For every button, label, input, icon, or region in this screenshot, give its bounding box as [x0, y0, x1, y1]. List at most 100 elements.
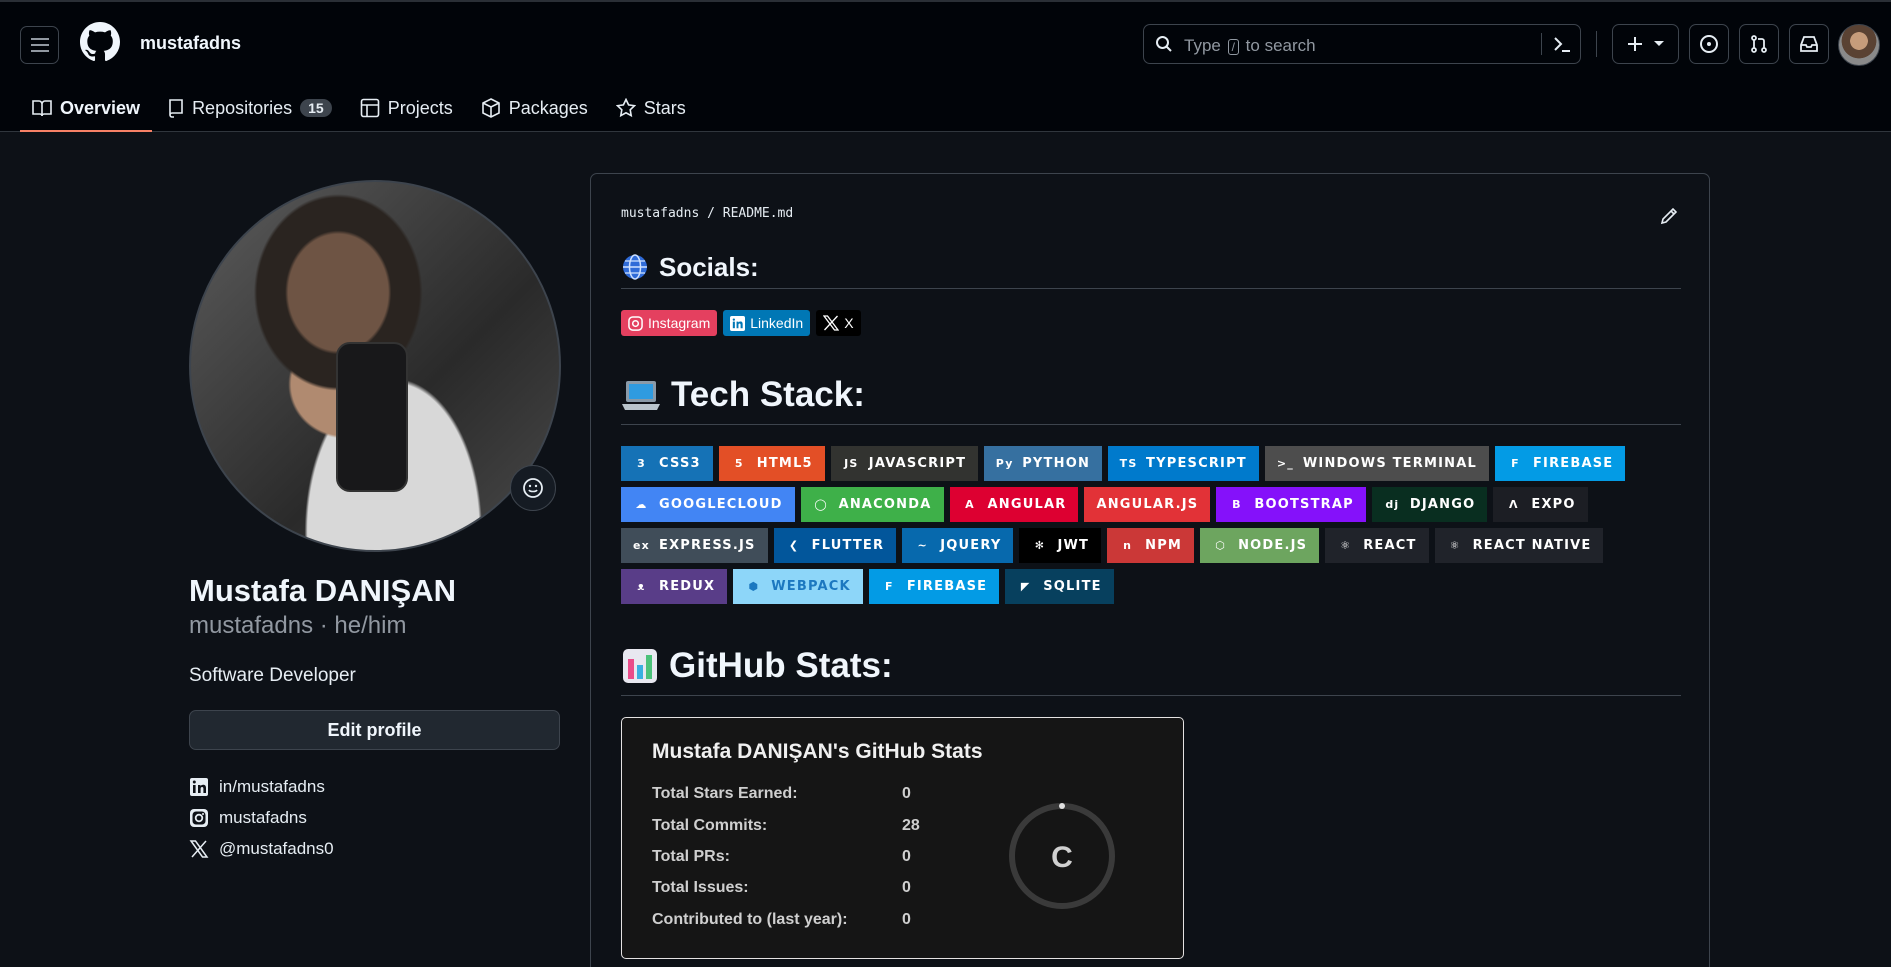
firebase-icon: F: [1511, 457, 1520, 470]
tab-repositories[interactable]: Repositories 15: [156, 88, 344, 128]
tech-stack-heading: Tech Stack:: [621, 366, 1681, 425]
star-icon: [615, 98, 636, 118]
rank-ring: C: [1009, 803, 1115, 909]
stat-value: 0: [902, 785, 911, 802]
table-icon: [360, 98, 379, 118]
social-link-linkedin[interactable]: in/mustafadns: [189, 777, 325, 797]
pencil-icon[interactable]: [1659, 206, 1679, 226]
tab-projects[interactable]: Projects: [348, 88, 465, 128]
badge-label: WEBPACK: [771, 579, 851, 594]
issues-button[interactable]: [1689, 24, 1729, 64]
stat-value: 0: [902, 879, 911, 896]
social-link-text: mustafadns: [219, 808, 307, 827]
profile-full-name: Mustafa DANIŞAN: [189, 573, 456, 608]
jwt-icon: ✻: [1034, 539, 1046, 552]
tech-badge-node-js[interactable]: ⬡ NODE.JS: [1200, 528, 1320, 563]
heading-text: Socials:: [659, 251, 759, 282]
social-link-x[interactable]: @mustafadns0: [189, 839, 334, 859]
menu-button[interactable]: [20, 26, 59, 64]
stats-row: Total PRs: 0: [652, 848, 911, 866]
tab-packages[interactable]: Packages: [469, 88, 600, 128]
tech-badge-angular[interactable]: A ANGULAR: [949, 487, 1079, 522]
tech-badge-react-native[interactable]: ⚛ REACT NATIVE: [1434, 528, 1604, 563]
badge-label: JAVASCRIPT: [868, 456, 967, 471]
x-icon: [823, 315, 840, 331]
nodejs-icon: ⬡: [1215, 539, 1226, 552]
tech-badge-row: 3 CSS3 5 HTML5 JS JAVASCRIPT Py PYTHON TS TYPESCR…: [621, 446, 1626, 481]
tech-badge-anaconda[interactable]: ◯ ANACONDA: [800, 487, 944, 522]
stats-card-title: Mustafa DANIŞAN's GitHub Stats: [652, 740, 983, 763]
linkedin-icon: [190, 778, 208, 796]
search-input[interactable]: Type / to search: [1143, 24, 1581, 64]
instagram-badge[interactable]: Instagram: [621, 310, 718, 336]
github-logo-icon[interactable]: [80, 22, 120, 62]
tech-badge-flutter[interactable]: ❮ FLUTTER: [773, 528, 897, 563]
badge-label: JQUERY: [940, 538, 1002, 553]
profile-bio: Software Developer: [189, 665, 356, 686]
tech-badge-firebase[interactable]: F FIREBASE: [1494, 446, 1626, 481]
tech-badge-django[interactable]: dj DJANGO: [1371, 487, 1488, 522]
search-icon: [1156, 36, 1172, 52]
tech-badge-npm[interactable]: n NPM: [1107, 528, 1195, 563]
edit-profile-button[interactable]: Edit profile: [189, 710, 560, 750]
tech-badge-redux[interactable]: ᴥ REDUX: [621, 569, 728, 604]
tech-badge-angular-js[interactable]: ANGULAR.JS: [1084, 487, 1211, 522]
inbox-button[interactable]: [1789, 24, 1829, 64]
breadcrumb-owner[interactable]: mustafadns: [621, 206, 699, 221]
badge-label: TYPESCRIPT: [1146, 456, 1247, 471]
tech-badge-jwt[interactable]: ✻ JWT: [1019, 528, 1102, 563]
issue-opened-icon: [1700, 35, 1718, 53]
tech-badge-express-js[interactable]: ex EXPRESS.JS: [621, 528, 768, 563]
tech-badge-bootstrap[interactable]: B BOOTSTRAP: [1216, 487, 1366, 522]
user-avatar[interactable]: [1838, 24, 1880, 66]
plus-icon: [1627, 37, 1642, 51]
stats-row: Total Issues: 0: [652, 879, 911, 897]
create-new-button[interactable]: [1612, 24, 1679, 64]
set-status-button[interactable]: [510, 465, 556, 511]
badge-label: FIREBASE: [1532, 456, 1614, 471]
instagram-icon: [628, 315, 643, 331]
tab-overview[interactable]: Overview: [20, 88, 153, 132]
tech-badge-react[interactable]: ⚛ REACT: [1325, 528, 1429, 563]
badge-label: WINDOWS TERMINAL: [1302, 456, 1477, 471]
npm-icon: n: [1123, 539, 1133, 552]
x-badge[interactable]: X: [816, 310, 861, 336]
tech-badge-python[interactable]: Py PYTHON: [984, 446, 1103, 481]
stat-label: Total Issues:: [652, 879, 749, 896]
tech-badge-jquery[interactable]: ~ JQUERY: [902, 528, 1014, 563]
profile-avatar[interactable]: [189, 180, 561, 552]
badge-label: REDUX: [659, 579, 716, 594]
tech-badge-windows-terminal[interactable]: >_ WINDOWS TERMINAL: [1264, 446, 1489, 481]
linkedin-badge[interactable]: LinkedIn: [723, 310, 811, 336]
search-placeholder: Type / to search: [1184, 36, 1316, 55]
globe-icon: [623, 254, 647, 280]
react-icon: ⚛: [1449, 539, 1461, 552]
stat-label: Total PRs:: [652, 848, 730, 865]
terminal-icon: >_: [1276, 457, 1294, 470]
header-owner-link[interactable]: mustafadns: [140, 33, 241, 54]
tech-badge-css3[interactable]: 3 CSS3: [621, 446, 713, 481]
badge-label: Instagram: [648, 315, 711, 331]
html5-icon: 5: [734, 457, 744, 470]
tab-stars[interactable]: Stars: [604, 88, 698, 128]
tech-badge-sqlite[interactable]: ◤ SQLITE: [1005, 569, 1114, 604]
package-icon: [481, 98, 500, 118]
repo-icon: [169, 99, 183, 118]
badge-label: JWT: [1057, 538, 1090, 553]
social-link-instagram[interactable]: mustafadns: [189, 808, 307, 828]
tech-badge-typescript[interactable]: TS TYPESCRIPT: [1108, 446, 1259, 481]
badge-label: REACT NATIVE: [1472, 538, 1592, 553]
tech-badge-googlecloud[interactable]: ☁ GOOGLECLOUD: [621, 487, 795, 522]
tech-badge-webpack[interactable]: ⬢ WEBPACK: [733, 569, 863, 604]
tab-label: Stars: [643, 97, 686, 118]
tech-badge-html5[interactable]: 5 HTML5: [718, 446, 825, 481]
pull-requests-button[interactable]: [1739, 24, 1779, 64]
breadcrumb-file[interactable]: README.md: [723, 206, 793, 221]
tech-badge-javascript[interactable]: JS JAVASCRIPT: [830, 446, 979, 481]
stat-label: Total Stars Earned:: [652, 785, 798, 802]
tech-badge-firebase[interactable]: F FIREBASE: [868, 569, 1000, 604]
badge-label: X: [844, 315, 854, 331]
badge-label: SQLITE: [1043, 579, 1102, 594]
command-palette-icon[interactable]: [1551, 34, 1573, 54]
tech-badge-expo[interactable]: Λ EXPO: [1493, 487, 1588, 522]
